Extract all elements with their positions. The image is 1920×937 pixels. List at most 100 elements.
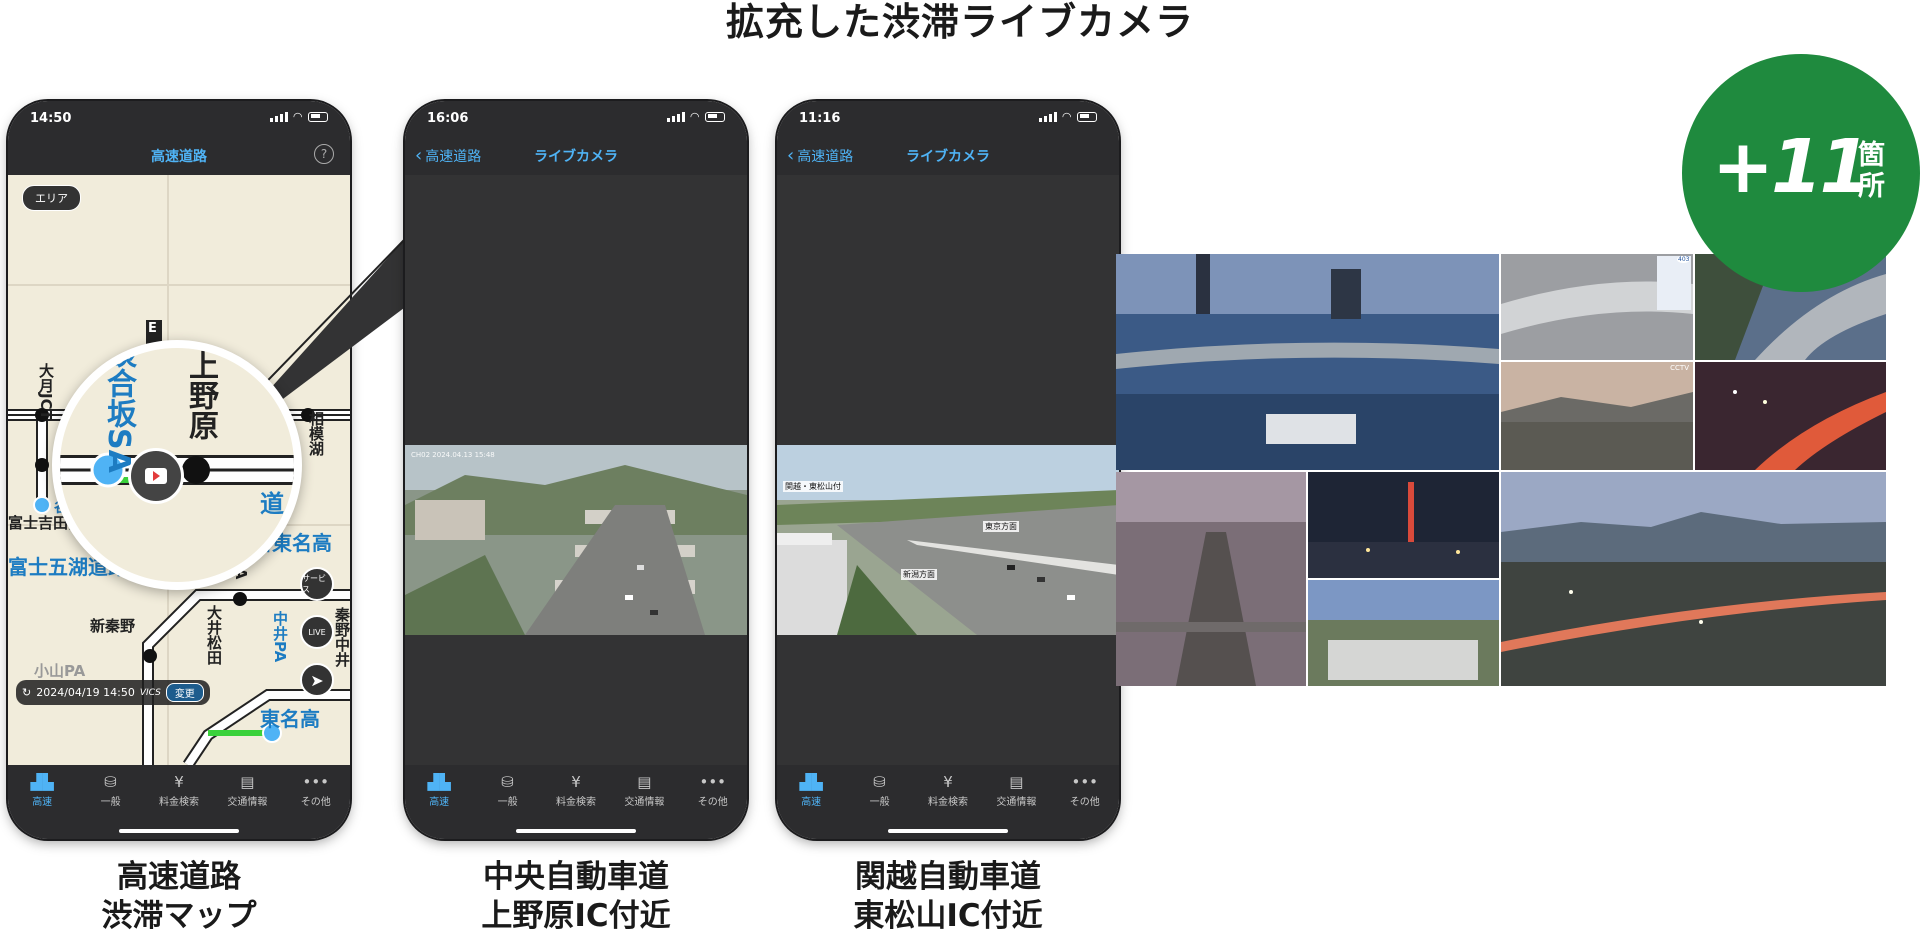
magnified-label: 道 [260, 490, 284, 518]
nav-title: ライブカメラ [906, 149, 990, 165]
map-label: 秦野中井 [333, 607, 350, 667]
help-icon[interactable]: ? [314, 144, 334, 164]
timestamp-text: 2024/04/19 14:50 [36, 686, 135, 699]
live-camera-icon[interactable] [128, 448, 184, 504]
route-sign: 403 [1677, 256, 1691, 263]
nav-bar: 高速道路 ? [8, 135, 350, 175]
more-icon: ••• [1071, 773, 1099, 791]
caption-congestion-map: 高速道路 渋滞マップ [0, 858, 359, 936]
area-button[interactable]: エリア [22, 185, 81, 211]
map-label: 相模湖 [307, 411, 325, 456]
tab-highway[interactable]: ▟▙ 高速 [781, 771, 841, 839]
signal-icon [666, 111, 685, 122]
caption-line: 渋滞マップ [101, 898, 257, 934]
yen-icon: ¥ [174, 773, 184, 791]
map-label: 大井松田 [205, 605, 223, 665]
status-time: 14:50 [30, 111, 72, 126]
map-magnifier: 談合坂SA 上野原 道 [52, 340, 302, 590]
camera-thumbnail: 403 [1501, 254, 1693, 360]
general-road-icon: ⛁ [104, 773, 117, 791]
signal-icon [1038, 111, 1057, 122]
live-camera-image: 関越・東松山付 東京方面 新潟方面 [777, 445, 1119, 635]
map-label: 中井PA [271, 611, 289, 663]
service-area-button[interactable]: サービス [300, 567, 334, 601]
tab-bar: ▟▙ 高速 ⛁ 一般 ¥ 料金検索 ▤ 交通情報 ••• その他 [8, 765, 350, 839]
tab-label: 交通情報 [624, 797, 665, 808]
home-indicator [516, 829, 636, 833]
vics-logo: VICS [139, 687, 161, 698]
status-icons: ◠ [269, 110, 328, 123]
tab-bar: ▟▙ 高速 ⛁ 一般 ¥ 料金検索 ▤ 交通情報 ••• その他 [777, 765, 1119, 839]
camera-thumbnail [1308, 472, 1499, 578]
refresh-icon[interactable]: ↻ [22, 686, 31, 699]
live-camera-button[interactable]: LIVE [300, 615, 334, 649]
live-camera-collage: 403 CCTV [1116, 254, 1886, 686]
tab-highway[interactable]: ▟▙ 高速 [409, 771, 469, 839]
tab-more[interactable]: ••• その他 [1055, 771, 1115, 839]
status-icons: ◠ [666, 110, 725, 123]
live-camera-image: CH02 2024.04.13 15:48 [405, 445, 747, 635]
tab-highway[interactable]: ▟▙ 高速 [12, 771, 72, 839]
battery-icon [1077, 111, 1097, 122]
direction-label: 新潟方面 [901, 569, 937, 580]
tab-label: 一般 [100, 797, 121, 808]
highway-icon: ▟▙ [799, 773, 823, 791]
badge-unit: 箇所 [1858, 140, 1885, 202]
wifi-icon: ◠ [293, 110, 302, 123]
page-headline: 拡充した渋滞ライブカメラ [725, 0, 1194, 44]
tab-more[interactable]: ••• その他 [683, 771, 743, 839]
status-time: 16:06 [427, 111, 469, 126]
status-bar: 11:16 ◠ [777, 101, 1119, 135]
signal-icon [269, 111, 288, 122]
map-timestamp: ↻ 2024/04/19 14:50 VICS 変更 [16, 680, 210, 705]
additional-count-badge: +11 箇所 [1682, 54, 1920, 292]
camera-thumbnail [1308, 580, 1499, 686]
caption-line: 東松山IC付近 [853, 898, 1043, 934]
caption-line: 上野原IC付近 [481, 898, 671, 934]
highway-icon: ▟▙ [30, 773, 54, 791]
magnified-label: 上野原 [183, 350, 218, 440]
document-icon: ▤ [240, 773, 255, 791]
general-road-icon: ⛁ [873, 773, 886, 791]
location-arrow-icon[interactable]: ➤ [300, 663, 334, 697]
camera-thumbnail [1695, 362, 1886, 470]
tab-label: 料金検索 [555, 797, 596, 808]
camera-scene [405, 445, 747, 635]
tab-label: 交通情報 [227, 797, 268, 808]
more-icon: ••• [302, 773, 330, 791]
camera-thumbnail: CCTV [1501, 362, 1693, 470]
direction-label: 東京方面 [983, 521, 1019, 532]
home-indicator [888, 829, 1008, 833]
tab-label: 高速 [429, 797, 450, 808]
caption-line: 中央自動車道 [483, 859, 669, 895]
caption-kanetsu-camera: 関越自動車道 東松山IC付近 [768, 858, 1128, 936]
magnified-label: 談合坂SA [101, 340, 136, 473]
yen-icon: ¥ [571, 773, 581, 791]
status-time: 11:16 [799, 111, 841, 126]
nav-title: 高速道路 [151, 149, 207, 165]
more-icon: ••• [699, 773, 727, 791]
nav-title: ライブカメラ [534, 149, 618, 165]
nav-bar: ‹ 高速道路 ライブカメラ [405, 135, 747, 175]
caption-line: 関越自動車道 [855, 859, 1041, 895]
camera-thumbnail [1116, 254, 1499, 470]
camera-scene [777, 445, 1119, 635]
wifi-icon: ◠ [1062, 110, 1071, 123]
tab-label: 高速 [801, 797, 822, 808]
document-icon: ▤ [637, 773, 652, 791]
tab-label: その他 [300, 797, 331, 808]
tab-label: 交通情報 [996, 797, 1037, 808]
status-icons: ◠ [1038, 110, 1097, 123]
status-bar: 14:50 ◠ [8, 101, 350, 135]
camera-view: CH02 2024.04.13 15:48 [405, 175, 747, 765]
tab-label: その他 [1069, 797, 1100, 808]
cctv-tag: CCTV [1670, 364, 1689, 372]
map-label: 東名高 [260, 707, 320, 731]
tab-label: 高速 [32, 797, 53, 808]
camera-timestamp: CH02 2024.04.13 15:48 [411, 451, 495, 459]
tab-more[interactable]: ••• その他 [286, 771, 346, 839]
nav-bar: ‹ 高速道路 ライブカメラ [777, 135, 1119, 175]
home-indicator [119, 829, 239, 833]
change-button[interactable]: 変更 [165, 683, 204, 702]
tab-label: 一般 [869, 797, 890, 808]
